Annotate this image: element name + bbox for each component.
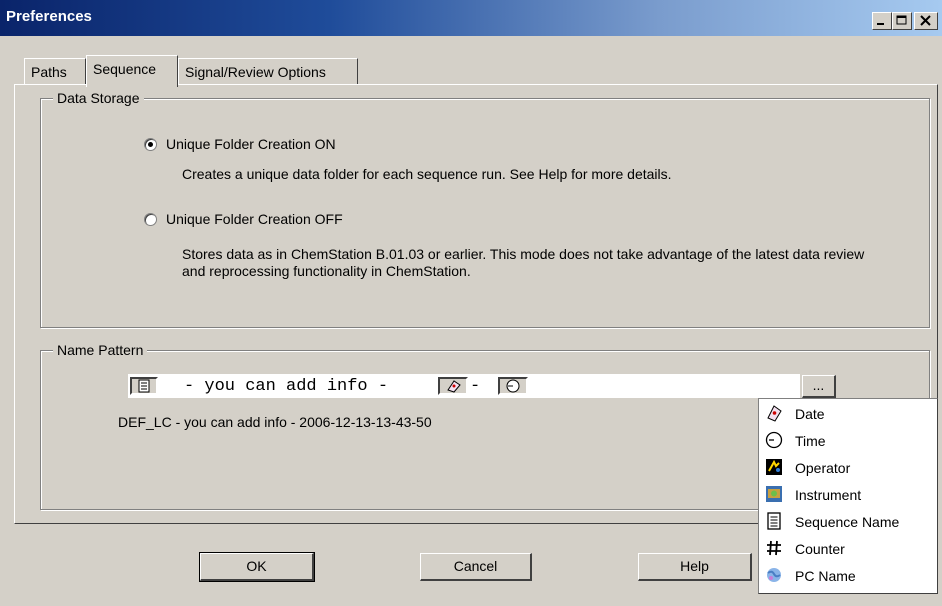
help-button[interactable]: Help [638, 553, 752, 581]
menu-item-counter[interactable]: Counter [759, 536, 937, 563]
menu-item-instrument-label: Instrument [795, 487, 862, 503]
token-menu: Date Time Operator Instrument Sequence N… [758, 398, 938, 594]
tab-signal-review-options-label: Signal/Review Options [185, 64, 326, 80]
unique-folder-on-radio[interactable] [144, 138, 157, 151]
unique-folder-on-label[interactable]: Unique Folder Creation ON [166, 136, 336, 152]
time-icon [765, 431, 783, 449]
tab-sequence-label: Sequence [93, 61, 157, 77]
ok-button[interactable]: OK [199, 552, 315, 582]
unique-folder-off-label[interactable]: Unique Folder Creation OFF [166, 211, 343, 227]
menu-item-date-label: Date [795, 406, 825, 422]
cancel-button[interactable]: Cancel [420, 553, 532, 581]
date-token[interactable] [438, 377, 468, 395]
menu-item-pc-name[interactable]: PC Name [759, 563, 937, 590]
minimize-icon[interactable] [872, 12, 892, 30]
menu-item-time[interactable]: Time [759, 428, 937, 455]
menu-item-sequence-name[interactable]: Sequence Name [759, 509, 937, 536]
title-bar: Preferences [0, 0, 942, 36]
cancel-button-label: Cancel [453, 558, 498, 574]
operator-icon [766, 459, 782, 475]
menu-item-instrument[interactable]: Instrument [759, 482, 937, 509]
name-preview: DEF_LC - you can add info - 2006-12-13-1… [118, 414, 432, 430]
name-pattern-legend: Name Pattern [53, 342, 148, 358]
menu-item-time-label: Time [795, 433, 826, 449]
pattern-text: - you can add info - [184, 377, 389, 396]
menu-item-operator-label: Operator [795, 460, 851, 476]
tab-signal-review-options[interactable]: Signal/Review Options [178, 58, 358, 84]
time-token[interactable] [498, 377, 528, 395]
help-button-label: Help [680, 558, 709, 574]
tab-paths[interactable]: Paths [24, 58, 86, 84]
sequence-name-icon [138, 379, 150, 393]
sequence-name-icon [767, 512, 781, 530]
name-pattern-field[interactable]: - you can add info - - [128, 374, 800, 398]
tab-sequence[interactable]: Sequence [86, 55, 178, 87]
close-icon[interactable] [914, 12, 938, 30]
date-icon [767, 405, 782, 422]
maximize-icon[interactable] [892, 12, 912, 30]
menu-item-counter-label: Counter [795, 541, 845, 557]
data-storage-legend: Data Storage [53, 90, 144, 106]
menu-item-pc-name-label: PC Name [795, 568, 856, 584]
pattern-separator: - [470, 377, 481, 396]
browse-button-label: ... [812, 377, 825, 393]
unique-folder-off-description: Stores data as in ChemStation B.01.03 or… [182, 246, 865, 279]
counter-icon [767, 540, 781, 556]
date-icon [447, 380, 461, 393]
browse-button[interactable]: ... [802, 375, 836, 398]
menu-item-operator[interactable]: Operator [759, 455, 937, 482]
sequence-name-token[interactable] [130, 377, 158, 395]
unique-folder-on-description: Creates a unique data folder for each se… [182, 166, 672, 182]
tab-paths-label: Paths [31, 64, 67, 80]
menu-item-sequence-name-label: Sequence Name [795, 514, 900, 530]
unique-folder-off-radio[interactable] [144, 213, 157, 226]
instrument-icon [766, 486, 782, 502]
window-title: Preferences [6, 8, 92, 25]
pc-name-icon [767, 568, 781, 582]
menu-item-date[interactable]: Date [759, 401, 937, 428]
preferences-window: Preferences Paths Sequence Signal/Review… [0, 0, 942, 606]
ok-button-label: OK [246, 558, 267, 574]
time-icon [506, 379, 520, 393]
